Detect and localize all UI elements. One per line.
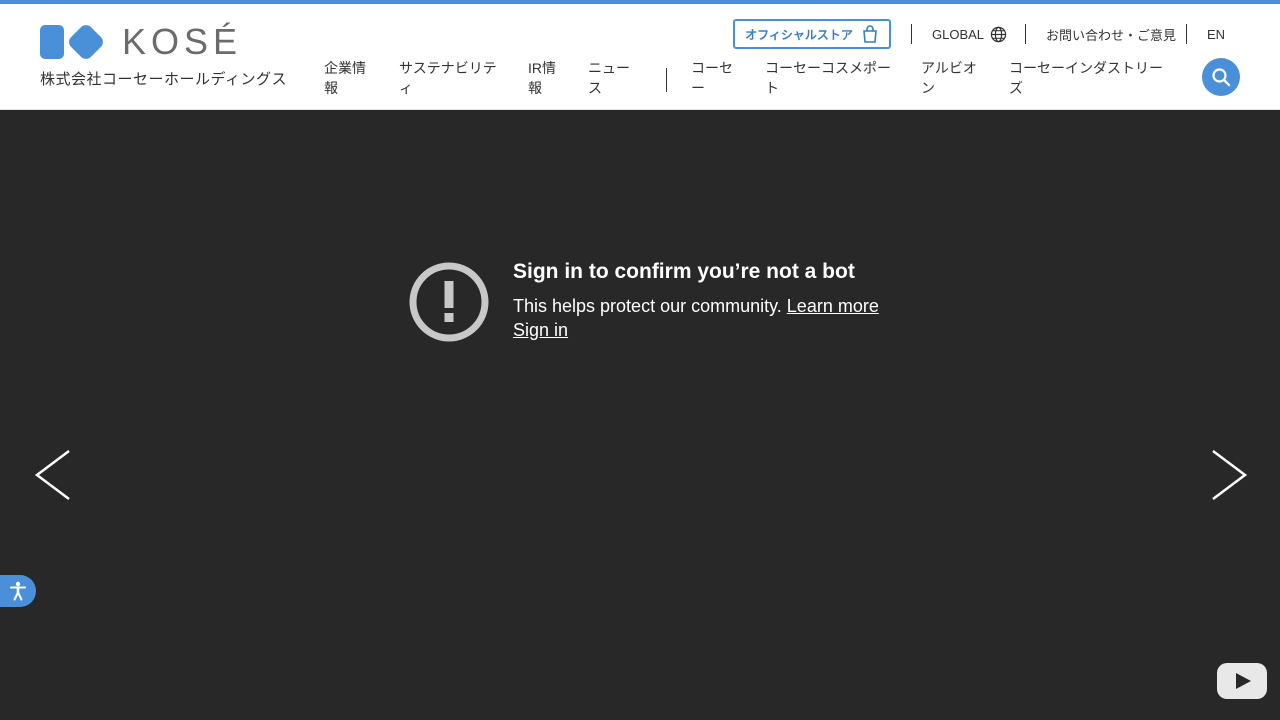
utility-divider xyxy=(1186,24,1187,44)
shopping-bag-icon xyxy=(862,25,877,43)
search-icon xyxy=(1212,68,1231,87)
kose-logo[interactable]: KOSÉ xyxy=(40,21,243,62)
bot-check-title: Sign in to confirm you’re not a bot xyxy=(513,260,855,283)
nav-divider xyxy=(666,68,667,92)
nav-kose-industries[interactable]: コーセーインダストリーズ xyxy=(1009,58,1163,98)
globe-icon xyxy=(990,26,1007,42)
chevron-left-icon xyxy=(34,450,70,500)
learn-more-link[interactable]: Learn more xyxy=(787,296,879,316)
nav-albion[interactable]: アルビオン xyxy=(921,58,977,98)
youtube-logo-icon xyxy=(1217,663,1267,699)
exclamation-circle-icon xyxy=(409,262,489,342)
nav-news[interactable]: ニュース xyxy=(588,58,630,98)
logo-wordmark: KOSÉ xyxy=(122,21,243,62)
utility-divider xyxy=(911,24,912,44)
chevron-right-icon xyxy=(1212,450,1248,500)
global-link[interactable]: GLOBAL xyxy=(932,19,1007,49)
youtube-logo-button[interactable] xyxy=(1217,663,1267,699)
video-player[interactable] xyxy=(0,110,1280,720)
nav-sustainability[interactable]: サステナビリティ xyxy=(399,58,497,98)
global-label: GLOBAL xyxy=(932,26,985,42)
contact-link[interactable]: お問い合わせ・ご意見 xyxy=(1046,19,1176,49)
language-en-link[interactable]: EN xyxy=(1207,19,1225,49)
nav-kose[interactable]: コーセー xyxy=(691,58,733,98)
nav-kose-cosmeport[interactable]: コーセーコスメポート xyxy=(765,58,891,98)
sign-in-link[interactable]: Sign in xyxy=(513,318,568,342)
accessibility-button[interactable] xyxy=(0,575,36,607)
company-name: 株式会社コーセーホールディングス xyxy=(40,71,287,88)
utility-divider xyxy=(1025,24,1026,44)
accessibility-icon xyxy=(10,581,26,601)
carousel-next-button[interactable] xyxy=(1208,447,1248,503)
carousel-prev-button[interactable] xyxy=(34,447,74,503)
nav-corporate-info[interactable]: 企業情報 xyxy=(324,58,366,98)
nav-ir[interactable]: IR情報 xyxy=(528,58,556,98)
search-button[interactable] xyxy=(1202,58,1240,96)
site-header: KOSÉ 株式会社コーセーホールディングス オフィシャルストア GLOBAL お… xyxy=(0,4,1280,110)
bot-check-message: Sign in to confirm you’re not a bot This… xyxy=(409,260,879,342)
kose-logo-mark-icon xyxy=(40,22,106,62)
official-store-label: オフィシャルストア xyxy=(745,27,853,42)
official-store-button[interactable]: オフィシャルストア xyxy=(733,19,891,49)
bot-check-body: This helps protect our community. Learn … xyxy=(513,296,879,316)
